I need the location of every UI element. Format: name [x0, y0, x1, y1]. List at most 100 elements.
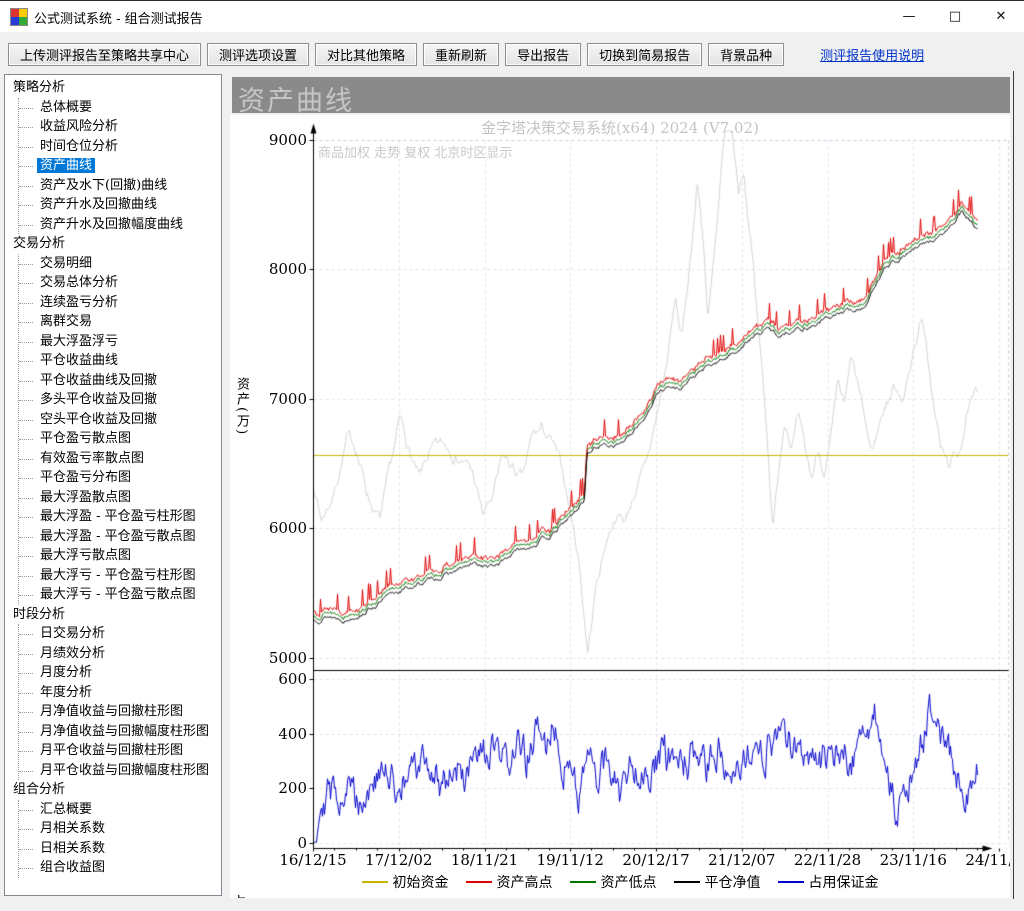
tree-item[interactable]: 平仓收益曲线及回撤: [19, 371, 221, 391]
tree-item-label: 交易明细: [37, 256, 95, 271]
toolbar-button[interactable]: 测评选项设置: [207, 43, 309, 66]
tree-item[interactable]: 最大浮亏 - 平仓盈亏散点图: [19, 585, 221, 605]
tree-item-label: 组合收益图: [37, 860, 108, 875]
tree-item[interactable]: 年度分析: [19, 683, 221, 703]
tree-item[interactable]: 组合收益图: [19, 858, 221, 878]
tree-item-label: 有效盈亏率散点图: [37, 451, 147, 466]
tree-item-label: 平仓收益曲线及回撤: [37, 373, 160, 388]
app-icon: [10, 8, 28, 26]
tree-item[interactable]: 连续盈亏分析: [19, 293, 221, 313]
tree-item-label: 月度分析: [37, 665, 95, 680]
tree-item[interactable]: 最大浮亏散点图: [19, 546, 221, 566]
tree-item[interactable]: 交易明细: [19, 254, 221, 274]
tree-item[interactable]: 最大浮盈 - 平仓盈亏柱形图: [19, 507, 221, 527]
tree-item[interactable]: 有效盈亏率散点图: [19, 449, 221, 469]
tree-item-label: 月平仓收益与回撤幅度柱形图: [37, 763, 212, 778]
minimize-button[interactable]: —: [886, 1, 932, 32]
tree-item-label: 时间仓位分析: [37, 139, 121, 154]
y-axis-tick-label: 600: [230, 670, 307, 688]
tree-item-label: 平仓盈亏分布图: [37, 470, 134, 485]
chart-title: 金字塔决策交易系统(x64) 2024 (V7.02): [230, 117, 1010, 138]
tree-item[interactable]: 多头平仓收益及回撤: [19, 390, 221, 410]
toolbar-button[interactable]: 对比其他策略: [315, 43, 417, 66]
tree-item-label: 日交易分析: [37, 626, 108, 641]
tree-item[interactable]: 月相关系数: [19, 819, 221, 839]
tree-item[interactable]: 最大浮盈 - 平仓盈亏散点图: [19, 527, 221, 547]
tree-item[interactable]: 资产升水及回撤曲线: [19, 195, 221, 215]
legend-swatch: [362, 881, 388, 883]
sidebar-tree: 策略分析总体概要收益风险分析时间仓位分析资产曲线资产及水下(回撤)曲线资产升水及…: [4, 74, 222, 896]
tree-item[interactable]: 空头平仓收益及回撤: [19, 410, 221, 430]
legend-item: 资产高点: [466, 872, 553, 892]
report-help-link[interactable]: 测评报告使用说明: [820, 45, 924, 64]
tree-item[interactable]: 资产升水及回撤幅度曲线: [19, 215, 221, 235]
tree-children: 汇总概要月相关系数日相关系数组合收益图: [18, 800, 221, 878]
tree-item-label: 月相关系数: [37, 821, 108, 836]
tree-item[interactable]: 汇总概要: [19, 800, 221, 820]
toolbar-button[interactable]: 上传测评报告至策略共享中心: [8, 43, 201, 66]
tree-item[interactable]: 最大浮亏 - 平仓盈亏柱形图: [19, 566, 221, 586]
tree-section-label[interactable]: 时段分析: [5, 605, 221, 625]
y-axis-tick-label: 6000: [230, 519, 307, 537]
tree-item[interactable]: 最大浮盈散点图: [19, 488, 221, 508]
toolbar: 上传测评报告至策略共享中心测评选项设置对比其他策略重新刷新导出报告切换到简易报告…: [8, 43, 924, 66]
app-window: { "window": { "title": "公式测试系统 - 组合测试报告"…: [0, 0, 1024, 911]
tree-item-label: 交易总体分析: [37, 275, 121, 290]
tree-item-label: 离群交易: [37, 314, 95, 329]
toolbar-button[interactable]: 背景品种: [708, 43, 784, 66]
tree-section-label[interactable]: 组合分析: [5, 780, 221, 800]
tree-item-label: 最大浮盈散点图: [37, 490, 134, 505]
tree-item[interactable]: 平仓盈亏散点图: [19, 429, 221, 449]
maximize-button[interactable]: □: [932, 1, 978, 32]
toolbar-button[interactable]: 切换到简易报告: [587, 43, 702, 66]
tree-item[interactable]: 离群交易: [19, 312, 221, 332]
x-axis-tick-label: 23/11/16: [870, 851, 956, 869]
x-axis-tick-label: 21/12/07: [699, 851, 785, 869]
tree-item[interactable]: 资产及水下(回撤)曲线: [19, 176, 221, 196]
y-axis-tick-label: 9000: [230, 131, 307, 149]
tree-section-label[interactable]: 策略分析: [5, 78, 221, 98]
y-axis-tick-label: 0: [230, 834, 307, 852]
close-button[interactable]: ✕: [978, 1, 1024, 32]
report-section-title: 资产曲线: [238, 79, 354, 118]
report-right-divider: [1013, 71, 1014, 899]
tree-item[interactable]: 时间仓位分析: [19, 137, 221, 157]
legend-item: 平仓净值: [674, 872, 761, 892]
tree-item-label: 资产及水下(回撤)曲线: [37, 178, 170, 193]
legend-swatch: [466, 881, 492, 883]
x-axis-tick-label: 19/11/12: [527, 851, 613, 869]
tree-item[interactable]: 日交易分析: [19, 624, 221, 644]
tree-item[interactable]: 交易总体分析: [19, 273, 221, 293]
tree-item-label: 最大浮盈 - 平仓盈亏散点图: [37, 529, 199, 544]
window-controls: — □ ✕: [886, 1, 1024, 32]
tree-item-label: 资产升水及回撤曲线: [37, 197, 160, 212]
tree-item[interactable]: 平仓收益曲线: [19, 351, 221, 371]
legend-swatch: [570, 881, 596, 883]
toolbar-buttons: 上传测评报告至策略共享中心测评选项设置对比其他策略重新刷新导出报告切换到简易报告…: [8, 43, 784, 66]
tree-item[interactable]: 月绩效分析: [19, 644, 221, 664]
toolbar-button[interactable]: 导出报告: [505, 43, 581, 66]
tree-children: 总体概要收益风险分析时间仓位分析资产曲线资产及水下(回撤)曲线资产升水及回撤曲线…: [18, 98, 221, 235]
tree-item[interactable]: 最大浮盈浮亏: [19, 332, 221, 352]
tree-item[interactable]: 资产曲线: [19, 156, 221, 176]
tree-item[interactable]: 日相关系数: [19, 839, 221, 859]
y-axis-tick-label: 400: [230, 725, 307, 743]
legend-item: 初始资金: [362, 872, 449, 892]
tree-item[interactable]: 收益风险分析: [19, 117, 221, 137]
tree-section-label[interactable]: 交易分析: [5, 234, 221, 254]
tree-item[interactable]: 平仓盈亏分布图: [19, 468, 221, 488]
tree-item-label: 最大浮亏 - 平仓盈亏散点图: [37, 587, 199, 602]
toolbar-button[interactable]: 重新刷新: [423, 43, 499, 66]
tree-item[interactable]: 月平仓收益与回撤柱形图: [19, 741, 221, 761]
window-title: 公式测试系统 - 组合测试报告: [34, 8, 203, 27]
tree-item[interactable]: 月净值收益与回撤幅度柱形图: [19, 722, 221, 742]
tree-item-label: 月净值收益与回撤幅度柱形图: [37, 724, 212, 739]
tree-item[interactable]: 总体概要: [19, 98, 221, 118]
tree-item[interactable]: 月平仓收益与回撤幅度柱形图: [19, 761, 221, 781]
tree-item-label: 最大浮亏散点图: [37, 548, 134, 563]
tree-item[interactable]: 月度分析: [19, 663, 221, 683]
report-header: 资产曲线: [232, 77, 1010, 113]
x-axis-tick-label: 17/12/02: [356, 851, 442, 869]
tree-item[interactable]: 月净值收益与回撤柱形图: [19, 702, 221, 722]
x-axis-tick-label: 22/11/28: [785, 851, 871, 869]
